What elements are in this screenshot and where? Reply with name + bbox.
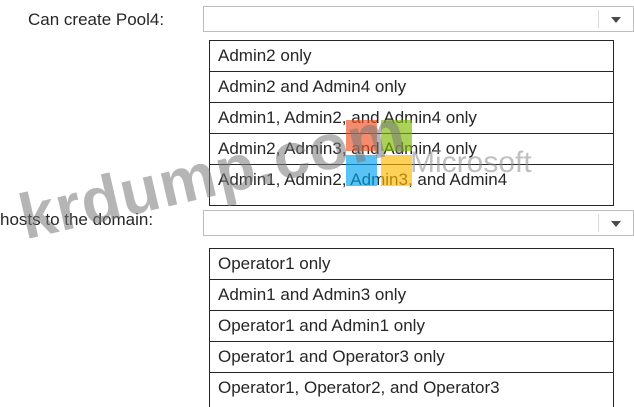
dropdown-option[interactable]: Operator1 only [210, 249, 613, 280]
dropdown-divider [598, 10, 599, 28]
microsoft-logo-icon [346, 120, 412, 186]
pool4-dropdown[interactable] [203, 6, 634, 32]
dropdown-option[interactable]: Admin2 and Admin4 only [210, 72, 613, 103]
dropdown-option[interactable]: Operator1, Operator2, and Operator3 [210, 373, 613, 404]
chevron-down-icon[interactable] [611, 17, 621, 23]
dropdown-option[interactable]: Admin2 only [210, 41, 613, 72]
hosts-dropdown[interactable] [203, 210, 634, 236]
dropdown-option[interactable]: Admin1 and Admin3 only [210, 280, 613, 311]
dropdown-option[interactable]: Operator1 and Admin1 only [210, 311, 613, 342]
logo-tile [381, 155, 412, 186]
hosts-options-list: Operator1 only Admin1 and Admin3 only Op… [209, 248, 614, 407]
dropdown-option[interactable]: Operator1 and Operator3 only [210, 342, 613, 373]
question2-label: hosts to the domain: [0, 210, 154, 229]
logo-tile [346, 155, 377, 186]
dropdown-divider [598, 214, 599, 232]
question1-label: Can create Pool4: [28, 10, 165, 29]
logo-tile [346, 120, 377, 151]
logo-tile [381, 120, 412, 151]
chevron-down-icon[interactable] [611, 221, 621, 227]
